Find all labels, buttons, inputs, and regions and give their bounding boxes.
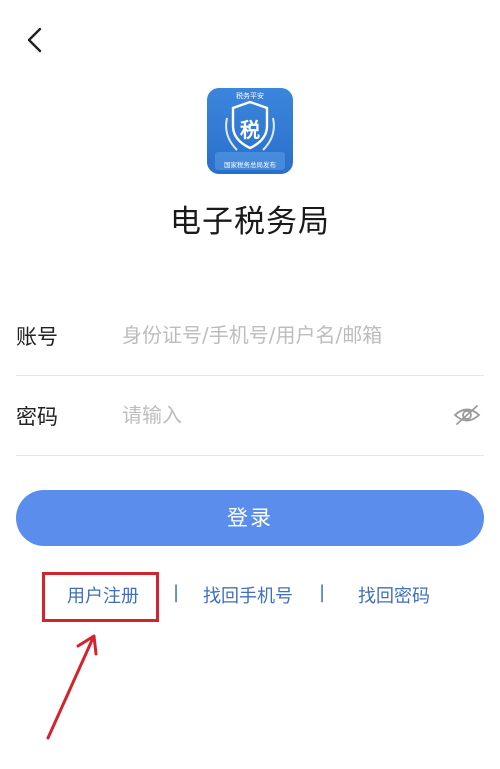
password-visibility-toggle[interactable] bbox=[452, 403, 482, 427]
annotation-arrow-icon bbox=[46, 634, 98, 740]
password-label: 密码 bbox=[16, 405, 58, 429]
logo-top-text: 税务平安 bbox=[236, 92, 264, 100]
app-logo: 税务平安 税 国家税务总局发布 bbox=[207, 88, 293, 174]
link-separator: | bbox=[319, 582, 326, 603]
login-button[interactable]: 登录 bbox=[16, 490, 484, 546]
app-title: 电子税务局 bbox=[170, 204, 330, 240]
recover-phone-link[interactable]: 找回手机号 bbox=[203, 582, 293, 608]
logo-center-char: 税 bbox=[240, 118, 260, 142]
back-button[interactable] bbox=[18, 22, 54, 58]
account-row: 账号 bbox=[16, 297, 484, 376]
account-input[interactable] bbox=[122, 315, 442, 355]
recover-password-link[interactable]: 找回密码 bbox=[358, 582, 430, 608]
logo-bottom-text: 国家税务总局发布 bbox=[224, 161, 276, 169]
link-separator: | bbox=[173, 582, 180, 603]
password-input[interactable] bbox=[122, 395, 442, 435]
chevron-left-icon bbox=[27, 27, 42, 53]
password-row: 密码 bbox=[16, 377, 484, 456]
account-label: 账号 bbox=[16, 325, 58, 349]
annotation-highlight-box bbox=[42, 572, 159, 622]
eye-off-icon bbox=[453, 405, 481, 425]
